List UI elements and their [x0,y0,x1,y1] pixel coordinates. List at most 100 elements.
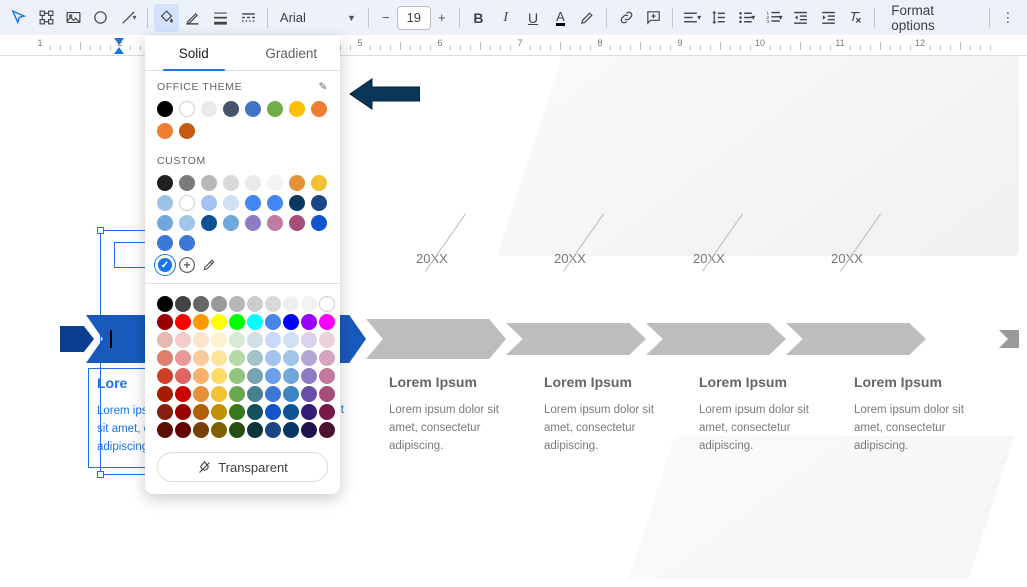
font-size-input[interactable]: 19 [397,6,431,30]
color-swatch[interactable] [211,314,227,330]
color-swatch[interactable] [319,332,335,348]
color-swatch[interactable] [229,296,245,312]
indent-marker[interactable] [114,47,124,54]
color-swatch[interactable] [229,332,245,348]
color-swatch[interactable] [193,386,209,402]
color-swatch[interactable] [201,101,217,117]
color-swatch[interactable] [311,215,327,231]
color-swatch[interactable] [193,368,209,384]
chevron-grey[interactable] [506,315,646,363]
color-swatch[interactable] [265,350,281,366]
color-swatch[interactable] [179,101,195,117]
color-swatch[interactable] [179,195,195,211]
color-swatch[interactable] [247,404,263,420]
color-swatch[interactable] [175,368,191,384]
tile-3[interactable]: Lorem Ipsum Lorem ipsum dolor sit amet, … [389,374,524,468]
format-options-button[interactable]: Format options [881,4,983,32]
color-swatch[interactable] [247,314,263,330]
color-swatch[interactable] [179,123,195,139]
color-swatch[interactable] [229,404,245,420]
line-tool-button[interactable]: ▾ [115,4,140,32]
tile-5[interactable]: Lorem Ipsum Lorem ipsum dolor sit amet, … [699,374,834,468]
textbox-tool-button[interactable] [33,4,58,32]
color-swatch[interactable] [157,296,173,312]
color-swatch[interactable] [175,404,191,420]
color-swatch[interactable] [267,101,283,117]
color-swatch[interactable] [267,175,283,191]
border-dash-button[interactable] [236,4,261,32]
color-swatch[interactable] [193,350,209,366]
color-swatch[interactable] [157,123,173,139]
tab-gradient[interactable]: Gradient [243,36,341,70]
color-swatch[interactable] [157,101,173,117]
color-swatch[interactable] [229,422,245,438]
increase-font-size-button[interactable]: + [431,6,453,30]
color-swatch[interactable] [193,332,209,348]
increase-indent-button[interactable] [816,4,841,32]
color-swatch[interactable] [157,332,173,348]
color-swatch[interactable] [247,422,263,438]
chevron-grey[interactable] [786,315,926,363]
color-swatch[interactable] [265,386,281,402]
color-swatch[interactable] [319,404,335,420]
color-swatch[interactable] [311,195,327,211]
tile-4[interactable]: Lorem Ipsum Lorem ipsum dolor sit amet, … [544,374,679,468]
color-swatch[interactable] [157,235,173,251]
color-swatch[interactable] [211,422,227,438]
italic-button[interactable]: I [493,4,518,32]
color-swatch[interactable] [211,350,227,366]
color-swatch[interactable] [179,235,195,251]
color-swatch[interactable] [223,101,239,117]
transparent-button[interactable]: Transparent [157,452,328,482]
color-swatch[interactable] [211,386,227,402]
color-swatch[interactable] [193,404,209,420]
color-swatch[interactable] [201,215,217,231]
color-swatch[interactable] [175,422,191,438]
text-color-button[interactable]: A [548,4,573,32]
color-swatch[interactable] [289,101,305,117]
color-swatch[interactable] [229,350,245,366]
color-swatch[interactable] [245,175,261,191]
color-swatch[interactable] [319,368,335,384]
color-swatch[interactable] [175,314,191,330]
border-color-button[interactable] [181,4,206,32]
bulleted-list-button[interactable]: ▾ [734,4,759,32]
color-swatch[interactable] [245,101,261,117]
color-swatch[interactable] [301,332,317,348]
color-swatch[interactable] [311,101,327,117]
color-swatch[interactable] [175,350,191,366]
color-swatch[interactable] [319,314,335,330]
color-swatch[interactable] [247,296,263,312]
edit-theme-icon[interactable]: ✎ [319,81,328,93]
bold-button[interactable]: B [466,4,491,32]
color-swatch[interactable] [157,314,173,330]
color-swatch[interactable] [245,215,261,231]
color-swatch[interactable] [283,422,299,438]
color-swatch[interactable] [247,350,263,366]
color-swatch[interactable] [201,175,217,191]
color-swatch[interactable] [283,350,299,366]
color-swatch[interactable] [223,215,239,231]
color-swatch[interactable] [157,175,173,191]
color-swatch[interactable] [201,195,217,211]
color-swatch[interactable] [157,404,173,420]
color-swatch[interactable] [283,332,299,348]
color-swatch[interactable] [157,368,173,384]
color-swatch[interactable] [319,422,335,438]
color-swatch[interactable] [265,296,281,312]
align-button[interactable]: ▾ [679,4,704,32]
color-swatch[interactable] [179,175,195,191]
numbered-list-button[interactable]: 123▾ [761,4,786,32]
eyedropper-button[interactable] [201,257,217,273]
color-swatch[interactable] [301,422,317,438]
tab-solid[interactable]: Solid [145,36,243,70]
decrease-font-size-button[interactable]: − [375,6,397,30]
color-swatch[interactable] [157,215,173,231]
color-swatch[interactable] [247,332,263,348]
color-swatch[interactable] [247,368,263,384]
color-swatch[interactable] [301,404,317,420]
color-swatch[interactable] [301,386,317,402]
border-weight-button[interactable] [208,4,233,32]
chevron-grey[interactable] [366,315,506,363]
tile-6[interactable]: Lorem Ipsum Lorem ipsum dolor sit amet, … [854,374,989,468]
